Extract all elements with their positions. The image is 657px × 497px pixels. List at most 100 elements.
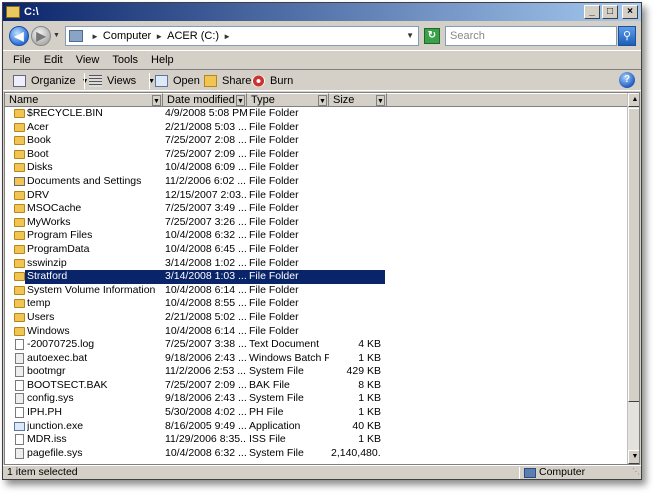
file-row[interactable]: Acer 2/21/2008 5:03 ... File Folder (5, 121, 627, 135)
resize-grip-icon[interactable]: ⋱ (632, 465, 640, 478)
application-icon (14, 421, 25, 431)
file-icon-cell (13, 325, 25, 339)
file-type: File Folder (249, 161, 299, 174)
breadcrumb-separator-icon[interactable]: ► (91, 32, 99, 41)
open-button[interactable]: Open (155, 73, 200, 89)
chevron-down-icon[interactable]: ▼ (318, 95, 327, 106)
menu-help[interactable]: Help (151, 54, 174, 66)
folder-icon (14, 109, 25, 118)
menu-tools[interactable]: Tools (112, 54, 138, 66)
menu-view[interactable]: View (76, 54, 100, 66)
file-row[interactable]: Stratford 3/14/2008 1:03 ... File Folder (5, 270, 627, 284)
file-type: PH File (249, 406, 284, 419)
vertical-scrollbar[interactable]: ▲ ▼ (627, 93, 639, 464)
address-row: ◀ ▶ ▼ ► Computer ► ACER (C:) ► ▼ ↻ Searc… (3, 22, 641, 49)
close-button[interactable]: × (622, 5, 638, 19)
column-header-name[interactable]: Name ▼ (5, 93, 163, 107)
file-row[interactable]: Book 7/25/2007 2:08 ... File Folder (5, 134, 627, 148)
file-row[interactable]: DRV 12/15/2007 2:03... File Folder (5, 189, 627, 203)
file-row[interactable]: Documents and Settings 11/2/2006 6:02 ...… (5, 175, 627, 189)
recent-pages-dropdown-icon[interactable]: ▼ (53, 32, 60, 39)
share-button[interactable]: Share (204, 73, 251, 89)
file-row[interactable]: temp 10/4/2008 8:55 ... File Folder (5, 297, 627, 311)
file-icon-cell (13, 202, 25, 216)
file-date-modified: 7/25/2007 2:08 ... (165, 134, 247, 147)
help-icon[interactable]: ? (619, 72, 635, 88)
column-header-size[interactable]: Size ▼ (329, 93, 387, 107)
file-size (331, 175, 381, 189)
text-file-icon (15, 339, 24, 351)
minimize-button[interactable]: _ (584, 5, 600, 19)
chevron-down-icon[interactable]: ▼ (152, 95, 161, 106)
file-type: File Folder (249, 242, 299, 255)
file-row[interactable]: Boot 7/25/2007 2:09 ... File Folder (5, 148, 627, 162)
file-row[interactable]: MDR.iss 11/29/2006 8:35... ISS File 1 KB (5, 433, 627, 447)
menu-edit[interactable]: Edit (44, 54, 63, 66)
file-size: 1 KB (358, 433, 381, 446)
back-button[interactable]: ◀ (9, 26, 29, 46)
file-icon-cell (13, 352, 25, 366)
share-icon (204, 75, 217, 87)
forward-button[interactable]: ▶ (31, 26, 51, 46)
file-name: IPH.PH (27, 406, 63, 419)
file-icon-cell (13, 229, 25, 243)
file-row[interactable]: config.sys 9/18/2006 2:43 ... System File 1… (5, 392, 627, 406)
file-icon-cell (13, 284, 25, 298)
file-row[interactable]: autoexec.bat 9/18/2006 2:43 ... Windows Ba… (5, 352, 627, 366)
scroll-up-icon[interactable]: ▲ (628, 93, 639, 107)
burn-button[interactable]: Burn (252, 73, 293, 89)
scrollbar-thumb[interactable] (628, 108, 639, 402)
file-type: File Folder (249, 107, 299, 119)
views-button[interactable]: Views ▼ (89, 73, 155, 89)
file-size: 1 KB (358, 392, 381, 405)
breadcrumb-drive[interactable]: ACER (C:) (167, 30, 219, 42)
file-row[interactable]: System Volume Information 10/4/2008 6:14 … (5, 284, 627, 298)
file-row[interactable]: Windows 10/4/2008 6:14 ... File Folder (5, 325, 627, 339)
file-row[interactable]: pagefile.sys 10/4/2008 6:32 ... System Fil… (5, 447, 627, 461)
file-row[interactable]: $RECYCLE.BIN 4/9/2008 5:08 PM File Folder (5, 107, 627, 121)
file-type: File Folder (249, 147, 299, 160)
search-icon[interactable]: ⚲ (618, 26, 636, 46)
chevron-down-icon[interactable]: ▼ (376, 95, 385, 106)
file-row[interactable]: IPH.PH 5/30/2008 4:02 ... PH File 1 KB (5, 406, 627, 420)
file-icon-cell (13, 297, 25, 311)
file-row[interactable]: Disks 10/4/2008 6:09 ... File Folder (5, 161, 627, 175)
organize-button[interactable]: Organize ▼ (13, 73, 89, 89)
breadcrumb-separator-icon[interactable]: ► (223, 32, 231, 41)
menu-file[interactable]: File (13, 54, 31, 66)
folder-icon (14, 244, 25, 254)
file-icon-cell (13, 175, 25, 189)
breadcrumb-computer[interactable]: Computer (103, 30, 151, 42)
file-row[interactable]: MSOCache 7/25/2007 3:49 ... File Folder (5, 202, 627, 216)
file-row[interactable]: Program Files 10/4/2008 6:32 ... File Fold… (5, 229, 627, 243)
system-file-icon (15, 447, 24, 459)
address-bar[interactable]: ► Computer ► ACER (C:) ► ▼ (65, 26, 419, 46)
file-date-modified: 3/14/2008 1:03 ... (165, 270, 247, 284)
folder-icon (14, 122, 25, 132)
file-row[interactable]: -20070725.log 7/25/2007 3:38 ... Text Docu… (5, 338, 627, 352)
column-header-size-label: Size (333, 94, 355, 106)
file-row[interactable]: bootmgr 11/2/2006 2:53 ... System File 429 … (5, 365, 627, 379)
file-row[interactable]: sswinzip 3/14/2008 1:02 ... File Folder (5, 257, 627, 271)
breadcrumb-separator-icon[interactable]: ► (155, 32, 163, 41)
address-dropdown-icon[interactable]: ▼ (406, 31, 414, 40)
file-row[interactable]: BOOTSECT.BAK 7/25/2007 2:09 ... BAK File 8 … (5, 379, 627, 393)
scroll-down-icon[interactable]: ▼ (628, 450, 639, 464)
folder-icon (14, 231, 25, 241)
file-row[interactable]: MyWorks 7/25/2007 3:26 ... File Folder (5, 216, 627, 230)
file-size: 2,140,480... (331, 446, 381, 459)
column-header-type[interactable]: Type ▼ (247, 93, 329, 107)
column-header-date[interactable]: Date modified ▼ (163, 93, 247, 107)
file-type: File Folder (249, 202, 299, 215)
file-row[interactable]: ProgramData 10/4/2008 6:45 ... File Folder (5, 243, 627, 257)
organize-label: Organize (31, 75, 76, 87)
maximize-button[interactable]: □ (602, 5, 618, 19)
file-row[interactable]: Users 2/21/2008 5:02 ... File Folder (5, 311, 627, 325)
folder-icon (14, 272, 25, 282)
search-input[interactable]: Search (445, 26, 617, 46)
chevron-down-icon[interactable]: ▼ (236, 95, 245, 106)
refresh-button[interactable]: ↻ (424, 28, 440, 44)
title-bar[interactable]: C:\ _ □ × (3, 3, 641, 21)
file-row[interactable]: junction.exe 8/16/2005 9:49 ... Applicatio… (5, 420, 627, 434)
share-label: Share (222, 75, 252, 87)
